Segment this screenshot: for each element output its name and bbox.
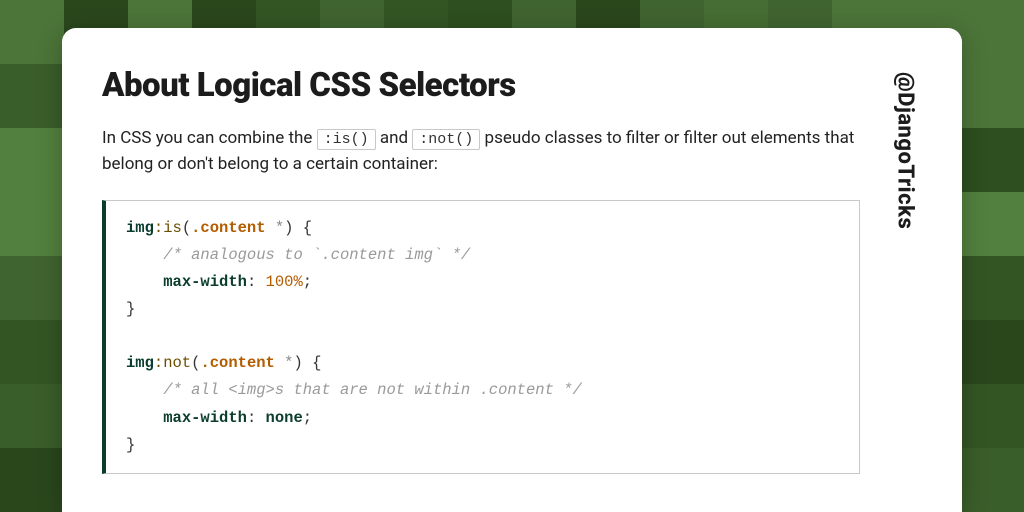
code-token-brace: { [293, 219, 312, 237]
code-indent [126, 409, 163, 427]
code-indent [126, 246, 163, 264]
code-token-class: .content [200, 354, 274, 372]
code-token-brace: } [126, 300, 135, 318]
sidebar-column: @DjangoTricks [888, 66, 922, 512]
code-indent [126, 273, 163, 291]
inline-code-not: :not() [412, 129, 480, 150]
code-token-paren: ( [182, 219, 191, 237]
main-column: About Logical CSS Selectors In CSS you c… [102, 66, 860, 512]
author-handle: @DjangoTricks [893, 72, 918, 229]
page-title: About Logical CSS Selectors [102, 66, 860, 105]
code-token-comment: /* analogous to `.content img` */ [163, 246, 470, 264]
content-card: About Logical CSS Selectors In CSS you c… [62, 28, 962, 512]
code-token-star: * [266, 219, 285, 237]
code-token-keyword: none [266, 409, 303, 427]
code-token-tag: img [126, 354, 154, 372]
code-token-star: * [275, 354, 294, 372]
code-token-property: max-width [163, 273, 247, 291]
inline-code-is: :is() [317, 129, 376, 150]
code-token-semi: ; [303, 273, 312, 291]
code-token-semi: ; [303, 409, 312, 427]
intro-text: and [380, 128, 412, 148]
code-token-property: max-width [163, 409, 247, 427]
intro-paragraph: In CSS you can combine the :is() and :no… [102, 125, 860, 178]
code-token-pseudo: :is [154, 219, 182, 237]
code-indent [126, 381, 163, 399]
code-token-colon: : [247, 273, 266, 291]
code-token-pseudo: :not [154, 354, 191, 372]
code-token-brace: } [126, 436, 135, 454]
code-token-colon: : [247, 409, 266, 427]
code-token-comment: /* all <img>s that are not within .conte… [163, 381, 582, 399]
code-token-class: .content [191, 219, 265, 237]
code-token-tag: img [126, 219, 154, 237]
code-token-number: 100 [266, 273, 294, 291]
code-token-unit: % [293, 273, 302, 291]
code-block: img:is(.content *) { /* analogous to `.c… [102, 200, 860, 474]
code-token-brace: { [303, 354, 322, 372]
intro-text: In CSS you can combine the [102, 128, 317, 148]
code-token-paren: ) [293, 354, 302, 372]
